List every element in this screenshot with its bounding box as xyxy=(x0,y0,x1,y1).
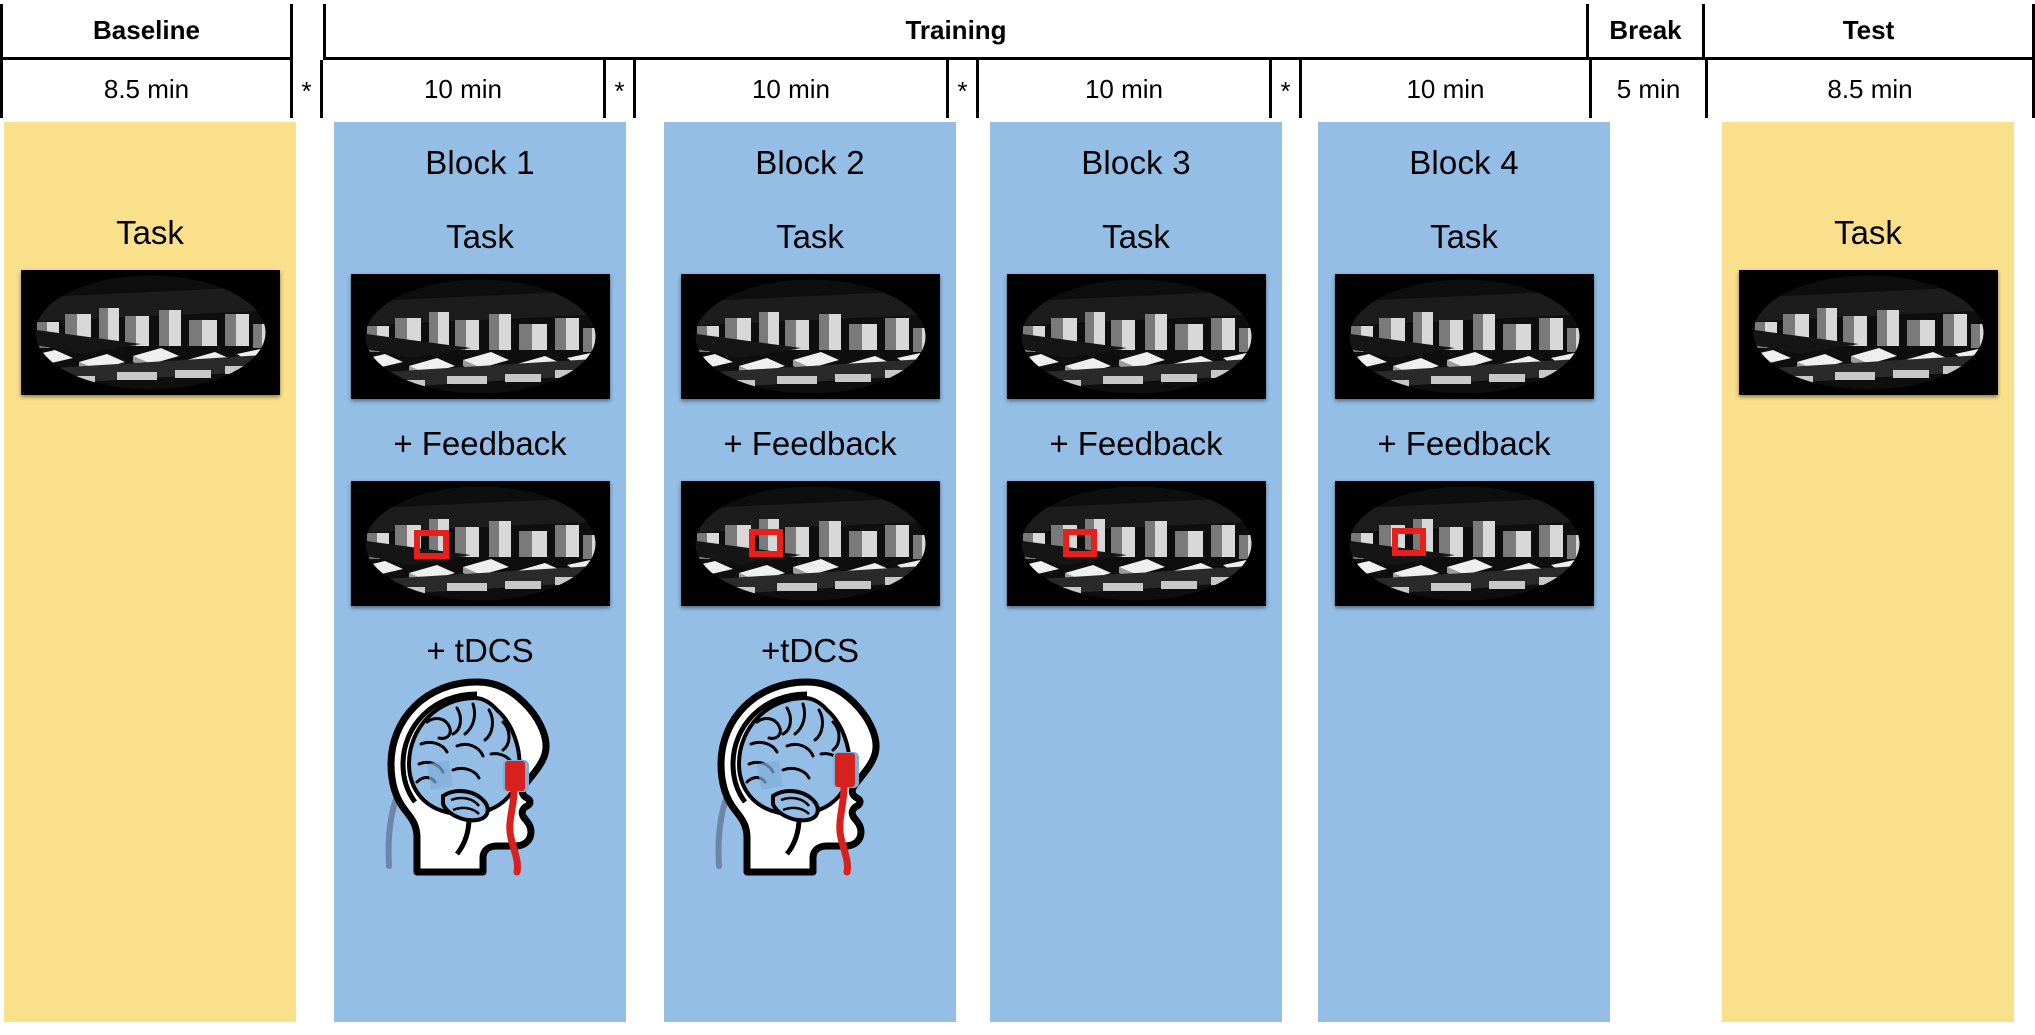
timeline-duration-baseline: 8.5 min xyxy=(0,60,293,118)
baseline-task-stimulus xyxy=(20,270,280,395)
city-stimulus-icon xyxy=(1334,274,1594,399)
block-2-task-stimulus xyxy=(680,274,940,399)
block-1-tdcs-figure xyxy=(365,676,595,876)
block-1-title: Block 1 xyxy=(425,144,535,181)
block-1-task-stimulus xyxy=(350,274,610,399)
block-2-tdcs-figure xyxy=(695,676,925,876)
timeline-separator-marker-2: * xyxy=(606,60,636,118)
block-2-title: Block 2 xyxy=(755,144,865,181)
city-stimulus-icon xyxy=(680,274,940,399)
block-3-task-stimulus xyxy=(1006,274,1266,399)
block-4-task-stimulus xyxy=(1334,274,1594,399)
column-block-4: Block 4 Task + Feedback xyxy=(1318,122,1610,1022)
block-2-tdcs-label: +tDCS xyxy=(760,632,860,669)
feedback-target-box xyxy=(1391,528,1426,556)
block-2-task-label: Task xyxy=(776,218,844,255)
timeline-phase-training: Training xyxy=(323,4,1589,60)
timeline-duration-break: 5 min xyxy=(1592,60,1708,118)
city-stimulus-icon xyxy=(680,481,940,606)
timeline-duration-training-4: 10 min xyxy=(1302,60,1592,118)
column-test: Task xyxy=(1722,122,2014,1022)
block-2-feedback-label: + Feedback xyxy=(723,425,897,462)
city-stimulus-icon xyxy=(350,274,610,399)
column-block-3: Block 3 Task + Feedback xyxy=(990,122,1282,1022)
electrode-pad-icon xyxy=(505,761,525,791)
feedback-target-box xyxy=(1062,529,1097,557)
timeline-duration-training-1: 10 min xyxy=(323,60,606,118)
block-1-feedback-label: + Feedback xyxy=(393,425,567,462)
block-3-feedback-stimulus xyxy=(1006,481,1266,606)
head-tdcs-icon xyxy=(715,678,880,876)
city-stimulus-icon xyxy=(1738,270,1998,395)
block-3-task-label: Task xyxy=(1102,218,1170,255)
head-tdcs-icon xyxy=(385,678,550,876)
city-stimulus-icon xyxy=(1006,274,1266,399)
timeline-phase-gap-1 xyxy=(293,4,323,60)
feedback-target-box xyxy=(413,530,449,559)
test-task-label: Task xyxy=(1834,214,1902,251)
block-4-task-label: Task xyxy=(1430,218,1498,255)
block-1-task-label: Task xyxy=(446,218,514,255)
baseline-task-label: Task xyxy=(116,214,184,251)
timeline-duration-row: 8.5 min * 10 min * 10 min * 10 min * 10 … xyxy=(0,60,2035,118)
timeline-duration-training-3: 10 min xyxy=(979,60,1272,118)
timeline-separator-marker-3: * xyxy=(949,60,979,118)
block-4-feedback-label: + Feedback xyxy=(1377,425,1551,462)
city-stimulus-icon xyxy=(1334,481,1594,606)
timeline-phase-test: Test xyxy=(1705,4,2035,60)
timeline-separator-marker-1: * xyxy=(293,60,323,118)
city-stimulus-icon xyxy=(350,481,610,606)
timeline-table: Baseline Training Break Test 8.5 min * 1… xyxy=(0,4,2035,120)
timeline-separator-marker-4: * xyxy=(1272,60,1302,118)
city-stimulus-icon xyxy=(20,270,280,395)
test-task-stimulus xyxy=(1738,270,1998,395)
design-columns: Task Block 1 Task + Feedback + tDCS Bloc… xyxy=(0,122,2035,1027)
timeline-phase-break: Break xyxy=(1589,4,1705,60)
timeline-phase-baseline: Baseline xyxy=(0,4,293,60)
timeline-duration-test: 8.5 min xyxy=(1708,60,2035,118)
column-block-2: Block 2 Task + Feedback +tDCS xyxy=(664,122,956,1022)
timeline-duration-training-2: 10 min xyxy=(636,60,949,118)
column-baseline: Task xyxy=(4,122,296,1022)
electrode-pad-icon xyxy=(835,753,855,787)
block-1-feedback-stimulus xyxy=(350,481,610,606)
timeline-phase-row: Baseline Training Break Test xyxy=(0,4,2035,60)
block-2-feedback-stimulus xyxy=(680,481,940,606)
block-4-title: Block 4 xyxy=(1409,144,1519,181)
column-block-1: Block 1 Task + Feedback + tDCS xyxy=(334,122,626,1022)
block-3-feedback-label: + Feedback xyxy=(1049,425,1223,462)
block-4-feedback-stimulus xyxy=(1334,481,1594,606)
city-stimulus-icon xyxy=(1006,481,1266,606)
feedback-target-box xyxy=(748,529,783,557)
block-1-tdcs-label: + tDCS xyxy=(426,632,534,669)
block-3-title: Block 3 xyxy=(1081,144,1191,181)
